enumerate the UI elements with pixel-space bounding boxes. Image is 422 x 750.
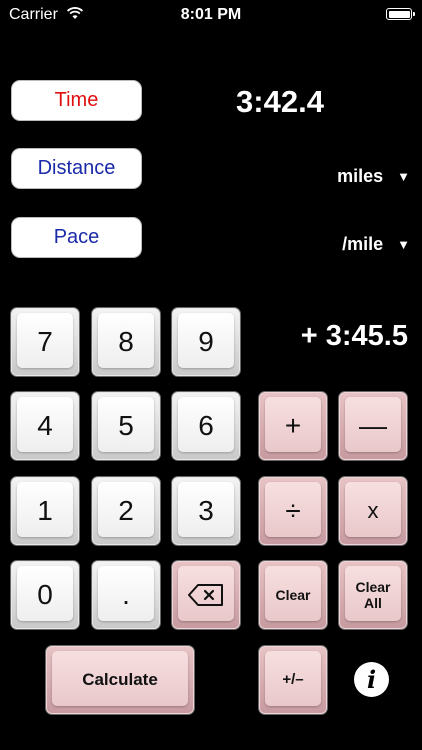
key-8[interactable]: 8 [91,307,161,377]
dropdown-caret-icon: ▼ [397,237,410,252]
clear-all-key[interactable]: Clear All [338,560,408,630]
key-5[interactable]: 5 [91,391,161,461]
backspace-icon [188,584,223,606]
distance-mode-button[interactable]: Distance [11,148,142,189]
plus-minus-key[interactable]: +/– [258,645,328,715]
distance-unit-value: miles [337,166,384,186]
status-bar: Carrier 8:01 PM [0,0,422,30]
key-2[interactable]: 2 [91,476,161,546]
key-4[interactable]: 4 [10,391,80,461]
key-1[interactable]: 1 [10,476,80,546]
pace-unit-select[interactable]: /mile ▼ [342,234,410,255]
distance-unit-select[interactable]: miles ▼ [337,166,410,187]
clear-key[interactable]: Clear [258,560,328,630]
decimal-key[interactable]: . [91,560,161,630]
time-value-display: 3:42.4 [236,84,324,119]
minus-key[interactable]: — [338,391,408,461]
key-9[interactable]: 9 [171,307,241,377]
key-3[interactable]: 3 [171,476,241,546]
battery-icon [386,8,415,20]
dropdown-caret-icon: ▼ [397,169,410,184]
calculate-button[interactable]: Calculate [45,645,195,715]
pace-mode-button[interactable]: Pace [11,217,142,258]
pending-operation-display: + 3:45.5 [300,320,408,352]
status-time: 8:01 PM [180,6,242,23]
multiply-key[interactable]: x [338,476,408,546]
info-icon[interactable]: i [354,662,389,697]
backspace-key[interactable] [171,560,241,630]
divide-key[interactable]: ÷ [258,476,328,546]
pace-unit-value: /mile [342,234,384,254]
key-7[interactable]: 7 [10,307,80,377]
key-6[interactable]: 6 [171,391,241,461]
key-0[interactable]: 0 [10,560,80,630]
time-mode-button[interactable]: Time [11,80,142,121]
plus-key[interactable]: + [258,391,328,461]
